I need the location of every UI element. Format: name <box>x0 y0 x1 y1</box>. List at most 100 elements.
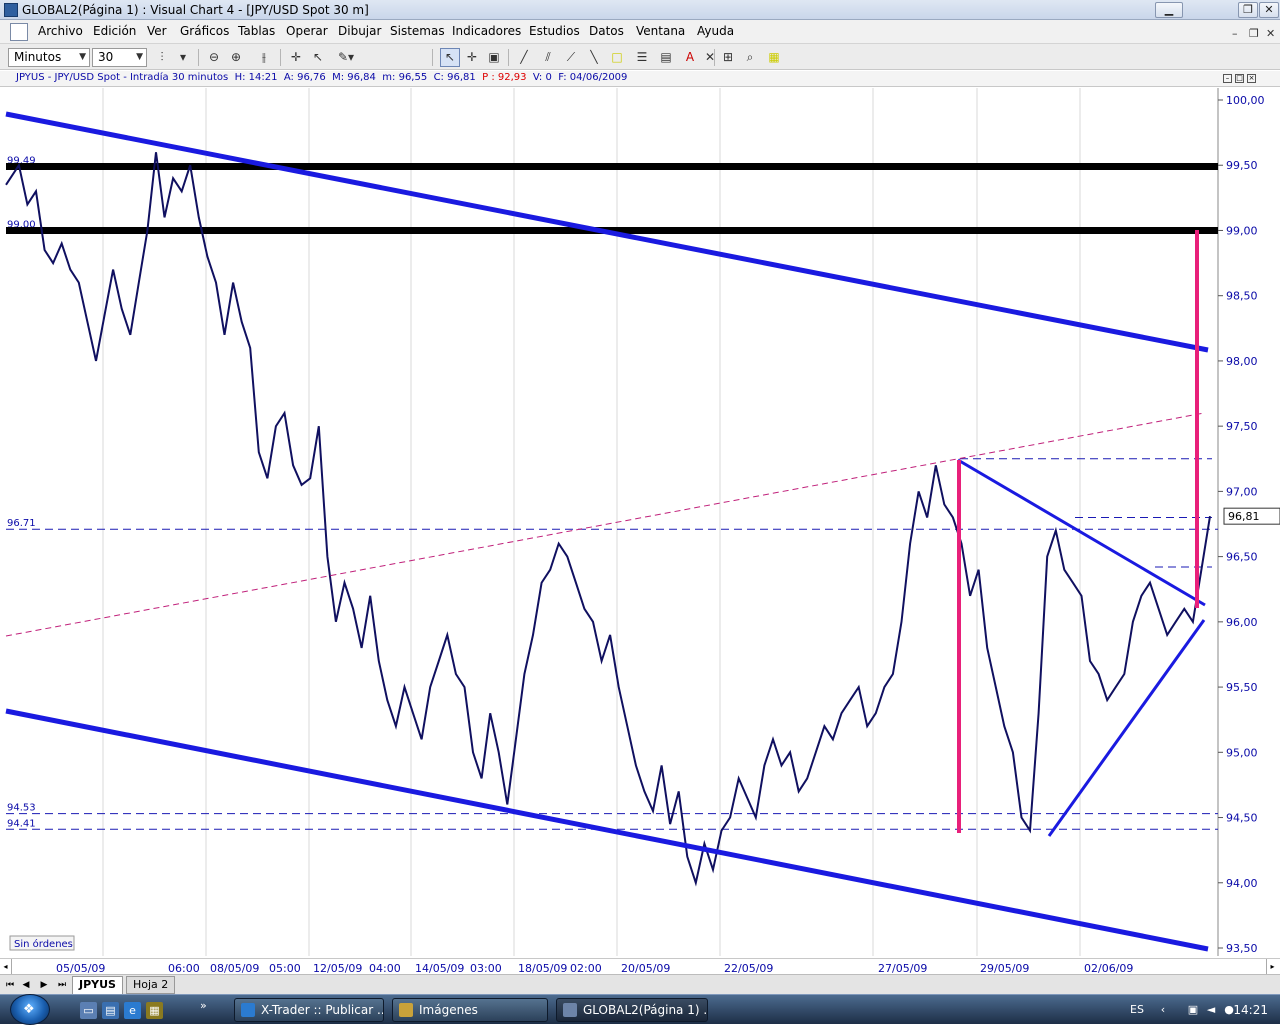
close-button[interactable]: ✕ <box>1259 2 1279 18</box>
rectangle-select-icon[interactable]: ▣ <box>484 48 504 67</box>
m-low-value: 96,55 <box>398 72 428 83</box>
pane-maximize-icon[interactable]: □ <box>1235 74 1244 83</box>
zoom-in-icon[interactable]: ⊕ <box>226 48 246 67</box>
window-title: GLOBAL2(Página 1) : Visual Chart 4 - [JP… <box>22 3 369 17</box>
menu-sistemas[interactable]: Sistemas <box>390 24 445 38</box>
menu-operar[interactable]: Operar <box>286 24 328 38</box>
grid-zoom-icon[interactable]: ⊞ <box>718 48 738 67</box>
y-tick-label: 94,00 <box>1226 877 1258 890</box>
sheet-tab-jpyus[interactable]: JPYUS <box>72 976 123 994</box>
v-value: 0 <box>545 72 552 83</box>
pointer-tool-icon[interactable]: ↖ <box>440 48 460 67</box>
y-tick-label: 98,00 <box>1226 355 1258 368</box>
price-info: JPYUS - JPY/USD Spot - Intradía 30 minut… <box>16 72 627 83</box>
erase-icon[interactable]: ✕ <box>700 48 720 67</box>
quicklaunch-more-icon[interactable]: » <box>200 999 207 1012</box>
m-low-label: m: <box>382 72 396 83</box>
chart-svg[interactable]: 100,00 99,50 99,00 98,50 98,00 97,50 97,00 96,5… <box>0 88 1280 956</box>
properties-icon[interactable]: ▦ <box>764 48 784 67</box>
menu-indicadores[interactable]: Indicadores <box>452 24 521 38</box>
ray-line-icon[interactable]: ⟋ <box>561 48 581 67</box>
start-button[interactable]: ❖ <box>10 994 50 1025</box>
minimize-button[interactable]: ▁ <box>1155 2 1183 18</box>
bars-icon[interactable]: ⫲ <box>254 48 274 67</box>
zoom-out-icon[interactable]: ⊖ <box>204 48 224 67</box>
scroll-right-icon[interactable]: ▸ <box>1266 959 1278 975</box>
line-segment-icon[interactable]: ╲ <box>584 48 604 67</box>
y-tick-label: 98,50 <box>1226 290 1258 303</box>
title-bar: GLOBAL2(Página 1) : Visual Chart 4 - [JP… <box>0 0 1280 20</box>
mdi-restore-icon[interactable]: ❐ <box>1249 27 1259 40</box>
chart-type-dropdown-icon[interactable]: ▾ <box>172 48 194 67</box>
internet-explorer-icon[interactable]: e <box>124 1002 141 1019</box>
interval-unit-value: Minutos <box>14 50 62 64</box>
crosshair-icon[interactable]: ✛ <box>286 48 306 67</box>
chart-info-bar: JPYUS - JPY/USD Spot - Intradía 30 minut… <box>0 71 1280 87</box>
tray-expand-icon[interactable]: ‹ <box>1156 1003 1170 1017</box>
first-sheet-icon[interactable]: ⏮ <box>4 978 16 992</box>
interval-value-select[interactable]: 30 ▼ <box>92 48 147 67</box>
next-sheet-icon[interactable]: ▶ <box>38 978 50 992</box>
menu-ventana[interactable]: Ventana <box>636 24 685 38</box>
f-value: 04/06/2009 <box>569 72 628 83</box>
pane-close-icon[interactable]: × <box>1247 74 1256 83</box>
media-icon[interactable]: ▦ <box>146 1002 163 1019</box>
maximize-button[interactable]: ❐ <box>1238 2 1258 18</box>
chart-app-icon <box>563 1003 577 1017</box>
chart-doc-icon[interactable] <box>10 23 28 41</box>
level-label: 96.71 <box>7 518 36 529</box>
menu-ayuda[interactable]: Ayuda <box>697 24 734 38</box>
crosshair-tool-icon[interactable]: ✛ <box>462 48 482 67</box>
last-sheet-icon[interactable]: ⏭ <box>56 978 68 992</box>
task-xtrader[interactable]: X-Trader :: Publicar ... <box>234 998 384 1022</box>
price-chart[interactable]: 100,00 99,50 99,00 98,50 98,00 97,50 97,00 96,5… <box>0 88 1280 956</box>
menu-archivo[interactable]: Archivo <box>38 24 83 38</box>
y-tick-label: 97,50 <box>1226 420 1258 433</box>
trendline-icon[interactable]: ╱ <box>514 48 534 67</box>
task-label: GLOBAL2(Página 1) ... <box>583 1003 708 1017</box>
network-icon[interactable]: ▣ <box>1186 1003 1200 1017</box>
text-tool-icon[interactable]: A <box>680 48 700 67</box>
interval-unit-select[interactable]: Minutos ▼ <box>8 48 90 67</box>
v-label: V: <box>532 72 543 83</box>
fibonacci-icon[interactable]: ▤ <box>656 48 676 67</box>
y-tick-label: 95,00 <box>1226 746 1258 759</box>
task-label: Imágenes <box>419 1003 478 1017</box>
language-indicator[interactable]: ES <box>1130 1003 1144 1016</box>
menu-dibujar[interactable]: Dibujar <box>338 24 381 38</box>
internet-explorer-icon <box>241 1003 255 1017</box>
menu-datos[interactable]: Datos <box>589 24 624 38</box>
windows-taskbar: ❖ ▭ ▤ e ▦ » X-Trader :: Publicar ... Imá… <box>0 994 1280 1025</box>
y-tick-label: 100,00 <box>1226 94 1265 107</box>
magnifier-icon[interactable]: ⌕ <box>740 48 760 67</box>
mdi-close-icon[interactable]: ✕ <box>1266 27 1275 40</box>
text-lines-icon[interactable]: ☰ <box>632 48 652 67</box>
pen-tool-icon[interactable]: ✎▾ <box>330 48 362 67</box>
mdi-minimize-icon[interactable]: – <box>1232 27 1238 40</box>
volume-icon[interactable]: ◄ <box>1204 1003 1218 1017</box>
chart-type-icon[interactable]: ⫶ <box>152 48 172 67</box>
sheet-tab-hoja2[interactable]: Hoja 2 <box>126 976 176 994</box>
p-value: 92,93 <box>497 72 527 83</box>
menu-edicion[interactable]: Edición <box>93 24 136 38</box>
menu-ver[interactable]: Ver <box>147 24 167 38</box>
rectangle-draw-icon[interactable]: □ <box>607 48 627 67</box>
parallel-lines-icon[interactable]: ⫽ <box>538 48 558 67</box>
task-global2[interactable]: GLOBAL2(Página 1) ... <box>556 998 708 1022</box>
chart-background <box>0 88 1280 956</box>
y-tick-label: 95,50 <box>1226 681 1258 694</box>
prev-sheet-icon[interactable]: ◀ <box>20 978 32 992</box>
task-imagenes[interactable]: Imágenes <box>392 998 548 1022</box>
switch-windows-icon[interactable]: ▤ <box>102 1002 119 1019</box>
pane-minimize-icon[interactable]: – <box>1223 74 1232 83</box>
scroll-left-icon[interactable]: ◂ <box>0 959 12 975</box>
menu-tablas[interactable]: Tablas <box>238 24 275 38</box>
level-label: 94.41 <box>7 818 36 829</box>
symbol-label: JPYUS - JPY/USD Spot - Intradía 30 minut… <box>16 72 229 83</box>
menu-graficos[interactable]: Gráficos <box>180 24 229 38</box>
cursor-tool-icon[interactable]: ↖ <box>308 48 328 67</box>
menu-estudios[interactable]: Estudios <box>529 24 580 38</box>
show-desktop-icon[interactable]: ▭ <box>80 1002 97 1019</box>
p-label: P : <box>482 72 495 83</box>
c-value: 96,81 <box>447 72 476 83</box>
